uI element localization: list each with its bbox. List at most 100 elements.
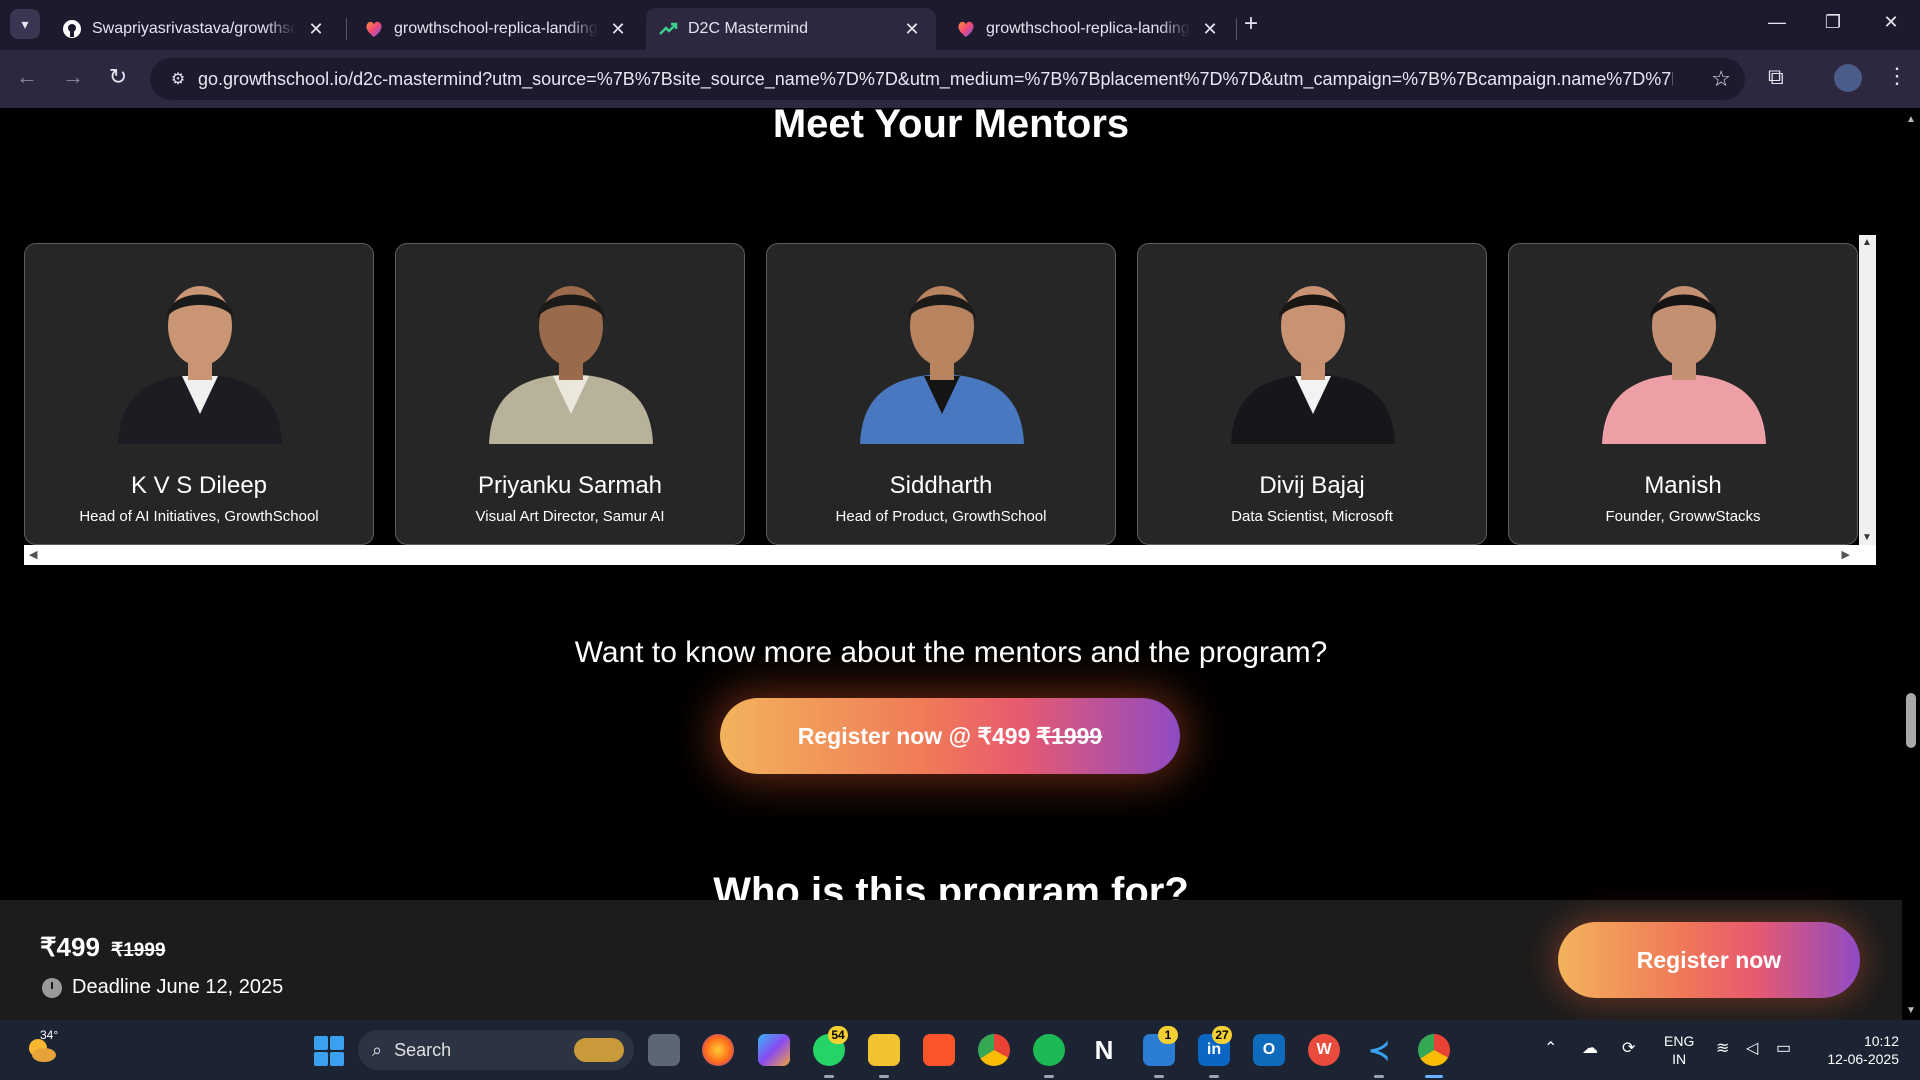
scroll-up-arrow-icon[interactable]: ▲ bbox=[1862, 237, 1872, 248]
mentor-name: Priyanku Sarmah bbox=[477, 472, 663, 499]
app-active-indicator bbox=[1425, 1075, 1443, 1078]
spotify-icon[interactable] bbox=[1033, 1034, 1065, 1066]
tab-d2c-mastermind[interactable]: D2C Mastermind ✕ bbox=[646, 8, 936, 50]
vscode-icon[interactable]: ≺ bbox=[1363, 1034, 1395, 1066]
office-icon[interactable]: W bbox=[1308, 1034, 1340, 1066]
register-now-button[interactable]: Register now bbox=[1558, 922, 1860, 998]
tab-divider bbox=[1236, 18, 1237, 40]
app-running-indicator bbox=[1154, 1075, 1164, 1078]
language-code: ENG bbox=[1664, 1033, 1695, 1049]
app-running-indicator bbox=[824, 1075, 834, 1078]
scroll-down-arrow-icon[interactable]: ▼ bbox=[1906, 1005, 1916, 1016]
page-scrollbar[interactable]: ▲ ▼ bbox=[1902, 108, 1920, 1020]
tab-list-button[interactable]: ▾ bbox=[10, 9, 40, 39]
sync-icon[interactable]: ⟳ bbox=[1622, 1038, 1635, 1058]
back-button[interactable]: ← bbox=[12, 64, 42, 90]
search-highlight-image bbox=[574, 1038, 624, 1062]
mentor-card[interactable]: Divij Bajaj Data Scientist, Microsoft bbox=[1137, 243, 1487, 545]
mentor-card[interactable]: Siddharth Head of Product, GrowthSchool bbox=[766, 243, 1116, 545]
chrome-icon[interactable] bbox=[978, 1034, 1010, 1066]
windows-start-icon[interactable] bbox=[314, 1036, 344, 1066]
tab-github[interactable]: Swapriyasrivastava/growthschool ✕ bbox=[50, 8, 340, 50]
trend-up-icon bbox=[659, 22, 678, 35]
windows-taskbar: 34° ⌕ Search 54 N 1 in 27 O W ≺ ⌃ ☁ ⟳ EN… bbox=[0, 1020, 1920, 1080]
close-tab-icon[interactable]: ✕ bbox=[608, 19, 628, 40]
tab-replica-2[interactable]: growthschool-replica-landing-page ✕ bbox=[944, 8, 1234, 50]
whatsapp-badge: 54 bbox=[828, 1026, 848, 1044]
extensions-icon[interactable]: ⧉ bbox=[1768, 64, 1784, 90]
app-running-indicator bbox=[879, 1075, 889, 1078]
scroll-up-arrow-icon[interactable]: ▲ bbox=[1906, 114, 1916, 125]
clock-time: 10:12 bbox=[1863, 1033, 1899, 1049]
site-info-icon[interactable]: ⚙ bbox=[158, 69, 198, 89]
volume-icon[interactable]: ◁ bbox=[1746, 1038, 1758, 1058]
new-tab-button[interactable]: + bbox=[1244, 12, 1258, 36]
url-text[interactable]: go.growthschool.io/d2c-mastermind?utm_so… bbox=[198, 69, 1673, 90]
app-running-indicator bbox=[1209, 1075, 1219, 1078]
search-placeholder: Search bbox=[394, 1039, 452, 1060]
mentor-card[interactable]: Priyanku Sarmah Visual Art Director, Samu… bbox=[395, 243, 745, 545]
language-indicator[interactable]: ENG IN bbox=[1664, 1032, 1694, 1068]
profile-avatar[interactable] bbox=[1834, 64, 1862, 92]
brave-icon[interactable] bbox=[923, 1034, 955, 1066]
taskbar-search[interactable]: ⌕ Search bbox=[358, 1030, 634, 1070]
notion-icon[interactable]: N bbox=[1088, 1034, 1120, 1066]
task-view-icon[interactable] bbox=[648, 1034, 680, 1066]
scroll-right-arrow-icon[interactable]: ▶ bbox=[1842, 548, 1850, 561]
onedrive-icon[interactable]: ☁ bbox=[1582, 1038, 1598, 1058]
bookmark-star-icon[interactable]: ☆ bbox=[1711, 66, 1731, 92]
system-clock[interactable]: 10:12 12-06-2025 bbox=[1815, 1032, 1899, 1068]
battery-icon[interactable]: ▭ bbox=[1776, 1038, 1791, 1058]
navigation-bar: ← → ↻ ⚙ go.growthschool.io/d2c-mastermin… bbox=[0, 50, 1920, 108]
outlook-icon[interactable]: O bbox=[1253, 1034, 1285, 1066]
app-running-indicator bbox=[1044, 1075, 1054, 1078]
mentor-photo bbox=[1231, 286, 1395, 444]
mentor-role: Data Scientist, Microsoft bbox=[1231, 508, 1393, 525]
lovable-heart-icon bbox=[958, 21, 974, 37]
minimize-button[interactable]: — bbox=[1762, 12, 1792, 33]
carousel-horizontal-scrollbar[interactable]: ◀ ▶ bbox=[24, 545, 1876, 565]
register-cta-button[interactable]: Register now @ ₹499 ₹1999 bbox=[720, 698, 1180, 774]
mentor-carousel[interactable]: K V S Dileep Head of AI Initiatives, Grow… bbox=[24, 235, 1876, 565]
tab-title: Swapriyasrivastava/growthschool bbox=[92, 20, 296, 37]
close-tab-icon[interactable]: ✕ bbox=[306, 19, 326, 40]
file-explorer-icon[interactable] bbox=[868, 1034, 900, 1066]
mentor-name: Divij Bajaj bbox=[1259, 472, 1365, 499]
reload-button[interactable]: ↻ bbox=[103, 64, 133, 90]
tab-replica-1[interactable]: growthschool-replica-landing-page ✕ bbox=[352, 8, 642, 50]
chrome-active-icon[interactable] bbox=[1418, 1034, 1450, 1066]
lovable-heart-icon bbox=[366, 21, 382, 37]
app-running-indicator bbox=[1374, 1075, 1384, 1078]
deadline: Deadline June 12, 2025 bbox=[42, 976, 283, 999]
scroll-left-arrow-icon[interactable]: ◀ bbox=[29, 548, 37, 561]
weather-temperature: 34° bbox=[40, 1028, 59, 1042]
window-close-button[interactable]: ✕ bbox=[1876, 12, 1906, 33]
mentor-photo bbox=[1602, 286, 1766, 444]
chevron-down-icon: ▾ bbox=[21, 15, 29, 32]
region-code: IN bbox=[1672, 1051, 1687, 1067]
mentor-photo bbox=[860, 286, 1024, 444]
original-price: ₹1999 bbox=[111, 940, 166, 961]
close-tab-icon[interactable]: ✕ bbox=[902, 19, 922, 40]
firefox-icon[interactable] bbox=[702, 1034, 734, 1066]
restore-button[interactable]: ❐ bbox=[1818, 12, 1848, 33]
cta-label: Register now @ ₹499 bbox=[797, 722, 1031, 749]
scroll-down-arrow-icon[interactable]: ▼ bbox=[1862, 532, 1872, 543]
show-hidden-icons-chevron-icon[interactable]: ⌃ bbox=[1544, 1038, 1557, 1058]
mentor-name: K V S Dileep bbox=[130, 472, 268, 499]
mentor-name: Siddharth bbox=[889, 472, 993, 499]
copilot-icon[interactable] bbox=[758, 1034, 790, 1066]
browser-menu-icon[interactable]: ⋮ bbox=[1886, 63, 1908, 89]
address-bar[interactable]: ⚙ go.growthschool.io/d2c-mastermind?utm_… bbox=[150, 58, 1745, 100]
mentors-question: Want to know more about the mentors and … bbox=[574, 636, 1328, 669]
forward-button[interactable]: → bbox=[58, 64, 88, 90]
close-tab-icon[interactable]: ✕ bbox=[1200, 19, 1220, 40]
mentor-card[interactable]: K V S Dileep Head of AI Initiatives, Grow… bbox=[24, 243, 374, 545]
clock-icon bbox=[42, 977, 62, 998]
carousel-vertical-scrollbar[interactable]: ▲ ▼ bbox=[1859, 235, 1876, 545]
scrollbar-thumb[interactable] bbox=[1906, 693, 1916, 748]
mentor-card[interactable]: Manish Founder, GrowwStacks bbox=[1508, 243, 1858, 545]
section-title: Meet Your Mentors bbox=[772, 108, 1130, 146]
mentor-photo bbox=[489, 286, 653, 444]
wifi-icon[interactable]: ≋ bbox=[1716, 1038, 1729, 1058]
